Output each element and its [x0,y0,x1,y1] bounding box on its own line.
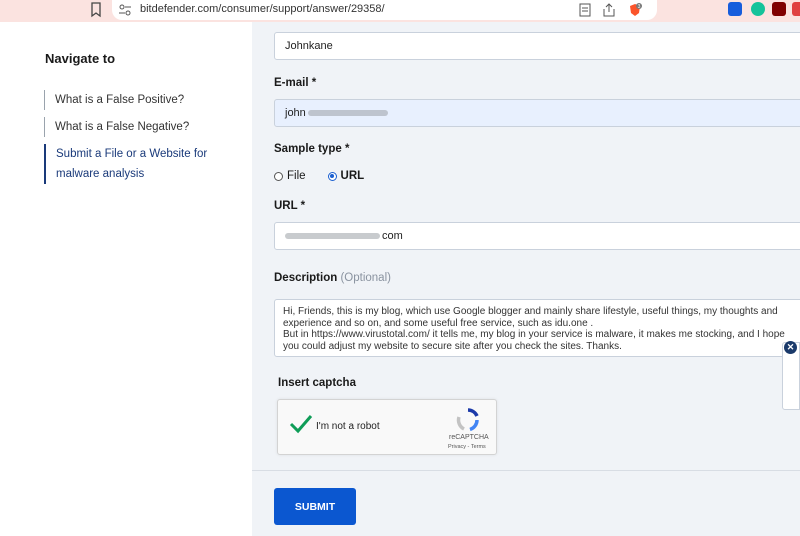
url-radio-label[interactable]: URL [341,170,365,182]
checkmark-icon[interactable] [289,414,313,434]
recaptcha-logo-icon [456,408,479,432]
submit-button[interactable]: SUBMIT [274,488,356,525]
description-textarea[interactable]: Hi, Friends, this is my blog, which use … [274,299,800,357]
recaptcha-widget: I'm not a robot reCAPTCHA Privacy - Term… [277,399,497,455]
email-label: E-mail * [274,77,317,89]
file-radio-label[interactable]: File [287,170,306,182]
email-input[interactable]: john [274,99,800,127]
browser-toolbar: bitdefender.com/consumer/support/answer/… [0,0,800,22]
bitwarden-icon[interactable] [728,2,742,16]
address-bar[interactable]: bitdefender.com/consumer/support/answer/… [112,0,657,20]
captcha-text[interactable]: I'm not a robot [316,421,380,432]
site-settings-icon[interactable] [118,3,132,17]
bookmark-icon[interactable] [90,2,102,18]
description-label: Description (Optional) [274,272,391,284]
url-radio[interactable] [327,171,337,181]
optional-tag: (Optional) [340,272,391,284]
url-label: URL * [274,200,306,212]
sample-type-group: File URL [274,170,364,182]
nav-item-false-positive[interactable]: What is a False Positive? [44,90,234,110]
url-text[interactable]: bitdefender.com/consumer/support/answer/… [140,3,385,15]
file-radio[interactable] [274,171,283,181]
url-input[interactable]: com [274,222,800,250]
ublock-icon[interactable] [772,2,786,16]
sample-type-label: Sample type * [274,143,350,155]
captcha-label: Insert captcha [278,377,356,389]
extension-icon[interactable] [792,2,800,16]
close-icon[interactable]: ✕ [784,341,797,354]
recaptcha-terms-link[interactable]: Privacy - Terms [448,444,486,450]
recaptcha-brand: reCAPTCHA [449,434,489,441]
nav-title: Navigate to [45,51,116,66]
nav-item-false-negative[interactable]: What is a False Negative? [44,117,234,137]
grammarly-icon[interactable] [751,2,765,16]
nav-item-submit-file[interactable]: Submit a File or a Website for malware a… [44,144,234,184]
reader-mode-icon[interactable] [578,3,592,17]
share-icon[interactable] [602,3,616,17]
svg-text:3: 3 [638,4,641,10]
brave-shield-icon[interactable]: 3 [628,3,642,17]
name-input[interactable]: Johnkane [274,32,800,60]
